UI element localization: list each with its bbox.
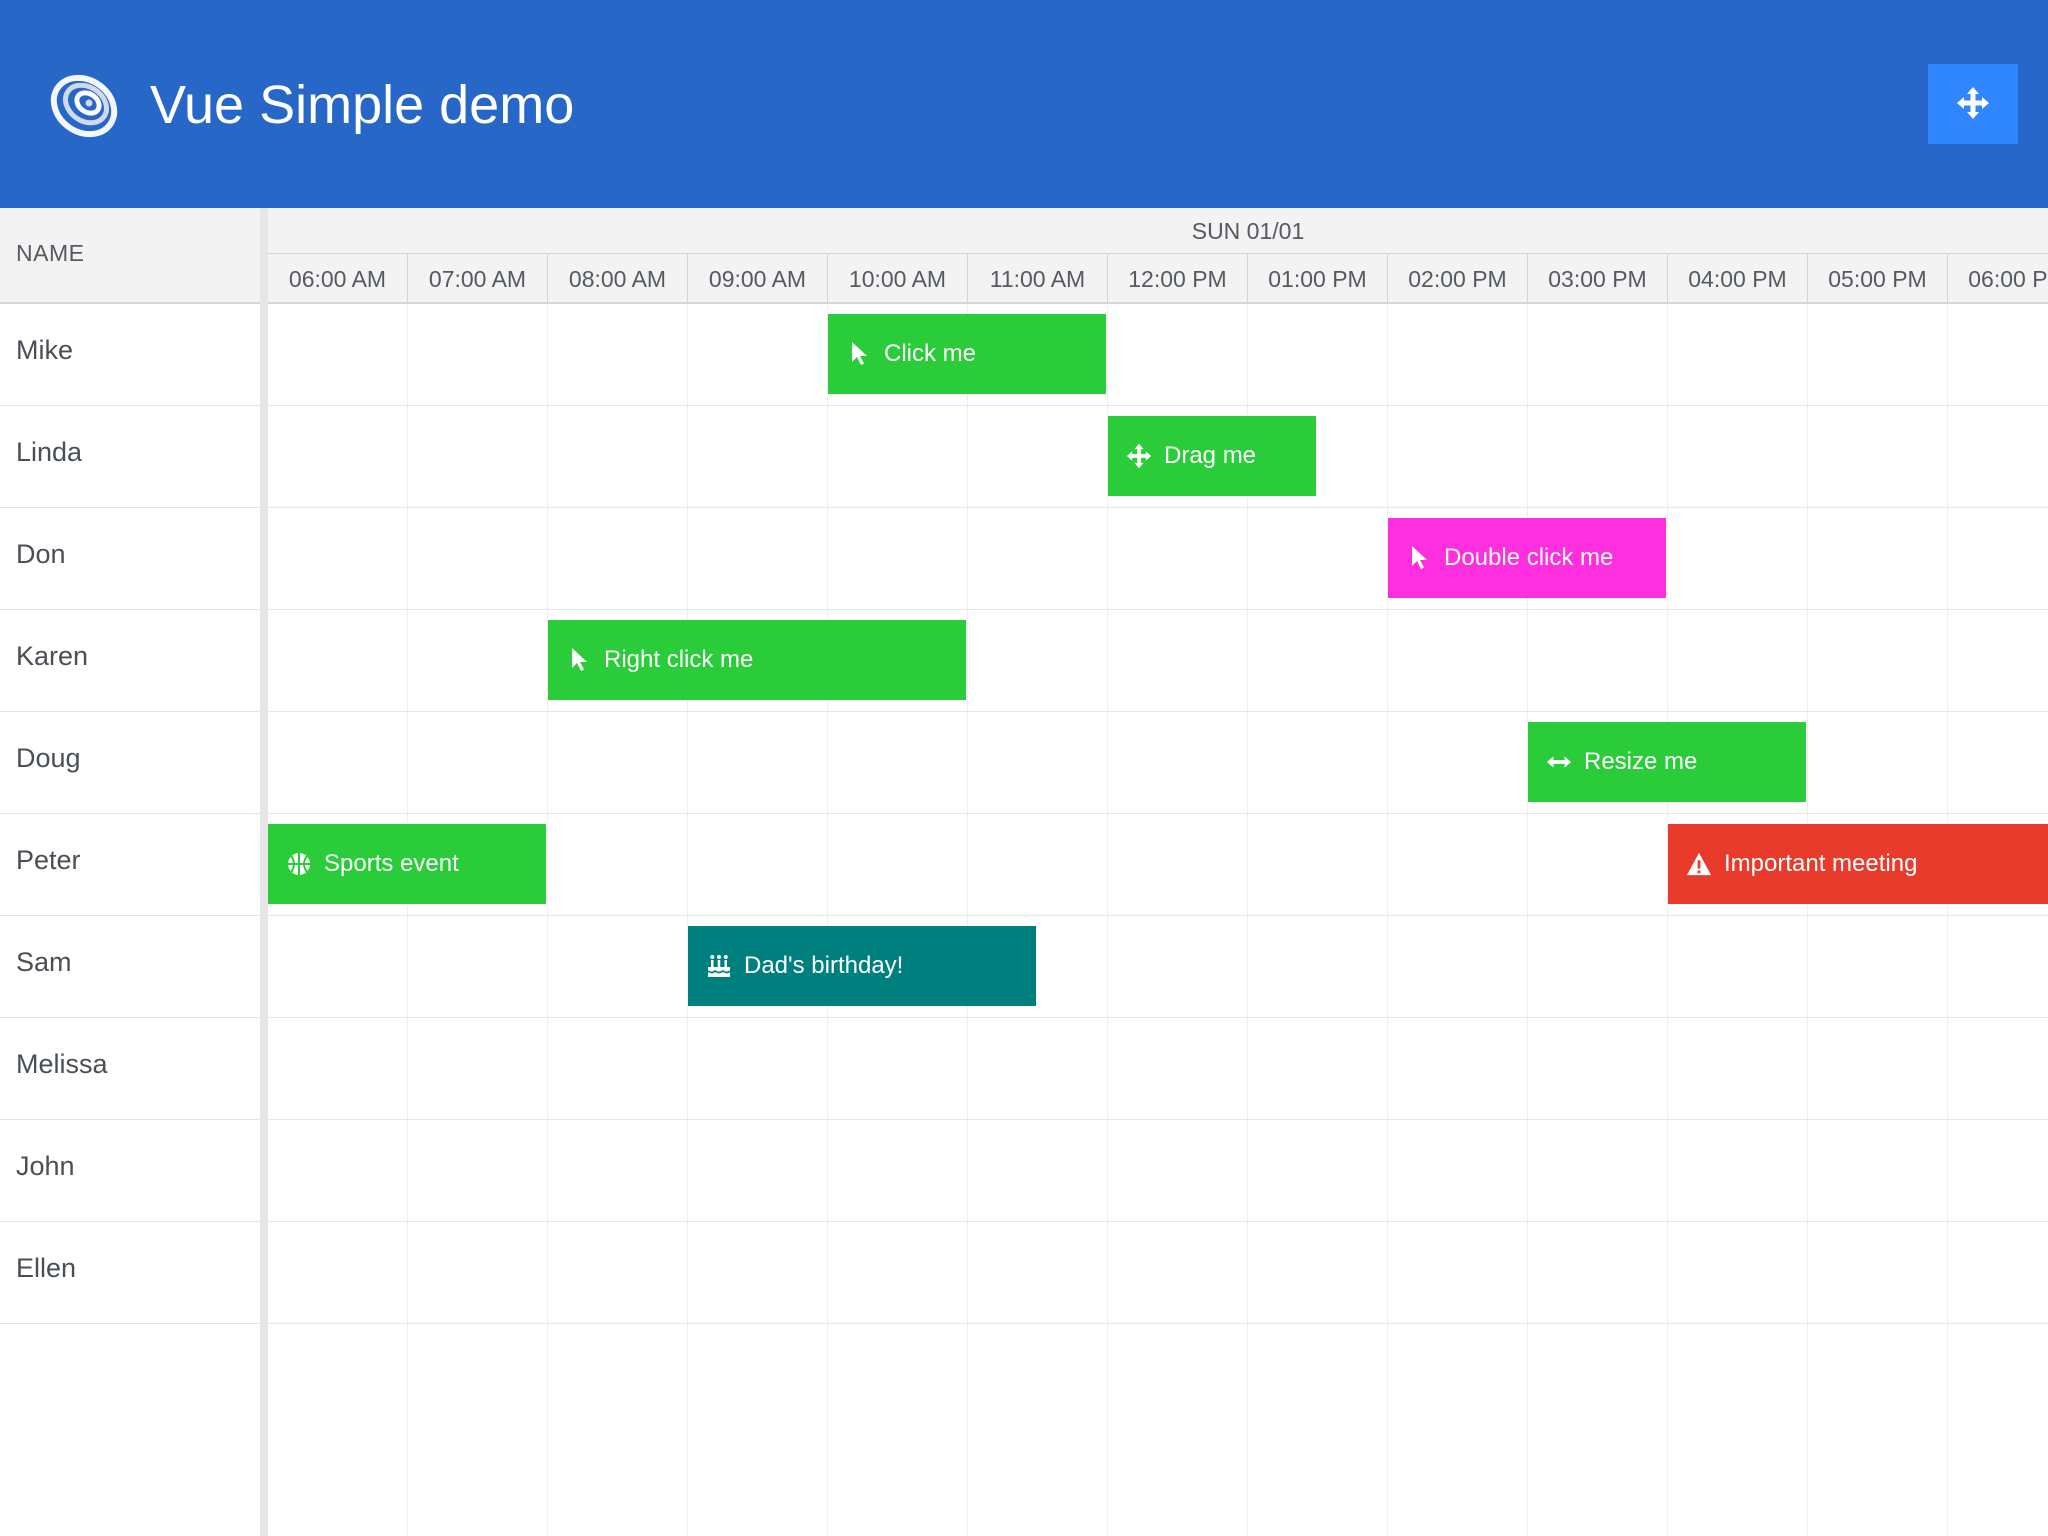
event-box[interactable]: Click me — [828, 314, 1106, 394]
grid-column-line — [1527, 304, 1528, 1536]
grid-column-line — [1387, 304, 1388, 1536]
grid-row-line — [268, 915, 2048, 916]
event-grid[interactable]: Click me Drag me Double click me Right clic… — [268, 304, 2048, 1536]
grid-column-line — [1807, 304, 1808, 1536]
event-label: Right click me — [604, 646, 754, 673]
grid-column-line — [1667, 304, 1668, 1536]
resource-name: Melissa — [16, 1049, 108, 1079]
grid-row-line — [268, 1119, 2048, 1120]
event-label: Resize me — [1584, 748, 1698, 775]
resource-row[interactable]: Peter — [0, 814, 260, 916]
event-label: Double click me — [1444, 544, 1614, 571]
move-arrows-icon — [1956, 86, 1990, 123]
grid-row-line — [268, 1221, 2048, 1222]
hour-header-cell: 03:00 PM — [1528, 254, 1668, 302]
grid-column-line — [1947, 304, 1948, 1536]
resource-name: Linda — [16, 437, 83, 467]
grid-column-line — [687, 304, 688, 1536]
column-splitter[interactable] — [260, 208, 268, 1536]
date-label: SUN 01/01 — [268, 208, 2048, 254]
event-label: Drag me — [1164, 442, 1257, 469]
hour-header-cell: 07:00 AM — [408, 254, 548, 302]
event-box[interactable]: Important meeting — [1668, 824, 2048, 904]
hour-header-cell: 05:00 PM — [1808, 254, 1948, 302]
grid-row-line — [268, 711, 2048, 712]
grid-column-line — [827, 304, 828, 1536]
resource-row[interactable]: Doug — [0, 712, 260, 814]
grid-column-line — [407, 304, 408, 1536]
resource-name: Sam — [16, 947, 72, 977]
time-header: SUN 01/01 06:00 AM 07:00 AM 08:00 AM 09:00 … — [268, 208, 2048, 304]
event-box[interactable]: Drag me — [1108, 416, 1316, 496]
hour-header-cell: 04:00 PM — [1668, 254, 1808, 302]
warning-icon — [1686, 851, 1712, 877]
app-header: Vue Simple demo — [0, 0, 2048, 208]
resource-name: Ellen — [16, 1253, 77, 1283]
resource-name: Karen — [16, 641, 89, 671]
move-arrows-icon — [1126, 443, 1152, 469]
event-box[interactable]: Double click me — [1388, 518, 1666, 598]
grid-row-line — [268, 813, 2048, 814]
hour-header-cell: 09:00 AM — [688, 254, 828, 302]
event-box[interactable]: Right click me — [548, 620, 966, 700]
grid-row-line — [268, 405, 2048, 406]
event-box[interactable]: Resize me — [1528, 722, 1806, 802]
hour-header-cell: 06:00 AM — [268, 254, 408, 302]
resource-row[interactable]: John — [0, 1120, 260, 1222]
pointer-icon — [566, 647, 592, 673]
hour-header-cell: 06:00 PM — [1948, 254, 2048, 302]
resource-name: Don — [16, 539, 66, 569]
birthday-cake-icon — [706, 953, 732, 979]
spiral-logo-icon — [42, 62, 120, 140]
resource-name: Doug — [16, 743, 81, 773]
resource-name: Mike — [16, 335, 74, 365]
name-column-label: NAME — [16, 240, 85, 266]
resource-row[interactable]: Sam — [0, 916, 260, 1018]
event-label: Click me — [884, 340, 977, 367]
hour-header-cell: 01:00 PM — [1248, 254, 1388, 302]
resource-row[interactable]: Don — [0, 508, 260, 610]
hour-header-cell: 08:00 AM — [548, 254, 688, 302]
grid-row-line — [268, 1017, 2048, 1018]
resource-name: Peter — [16, 845, 81, 875]
pointer-icon — [846, 341, 872, 367]
event-label: Important meeting — [1724, 850, 1918, 877]
horizontal-arrows-icon — [1546, 749, 1572, 775]
grid-column-line — [547, 304, 548, 1536]
event-box[interactable]: Sports event — [268, 824, 546, 904]
pointer-icon — [1406, 545, 1432, 571]
grid-row-line — [268, 1323, 2048, 1324]
grid-row-line — [268, 609, 2048, 610]
resource-row[interactable]: Mike — [0, 304, 260, 406]
resource-row[interactable]: Karen — [0, 610, 260, 712]
hour-header-cell: 02:00 PM — [1388, 254, 1528, 302]
event-label: Sports event — [324, 850, 459, 877]
move-button[interactable] — [1928, 64, 2018, 144]
hour-header-cell: 12:00 PM — [1108, 254, 1248, 302]
resource-row[interactable]: Linda — [0, 406, 260, 508]
hour-header-cell: 10:00 AM — [828, 254, 968, 302]
resource-row[interactable]: Ellen — [0, 1222, 260, 1324]
resource-name: John — [16, 1151, 75, 1181]
resource-list: Mike Linda Don Karen Doug Peter Sam Melissa John… — [0, 304, 260, 1324]
name-column-header: NAME — [0, 208, 260, 304]
hour-header-cell: 11:00 AM — [968, 254, 1108, 302]
basketball-icon — [286, 851, 312, 877]
grid-row-line — [268, 507, 2048, 508]
resource-row[interactable]: Melissa — [0, 1018, 260, 1120]
grid-column-line — [967, 304, 968, 1536]
hour-row: 06:00 AM 07:00 AM 08:00 AM 09:00 AM 10:00 AM… — [268, 254, 2048, 302]
event-box[interactable]: Dad's birthday! — [688, 926, 1036, 1006]
event-label: Dad's birthday! — [744, 952, 904, 979]
app-title: Vue Simple demo — [150, 75, 575, 135]
scheduler: NAME SUN 01/01 06:00 AM 07:00 AM 08:00 AM 0… — [0, 208, 2048, 1536]
